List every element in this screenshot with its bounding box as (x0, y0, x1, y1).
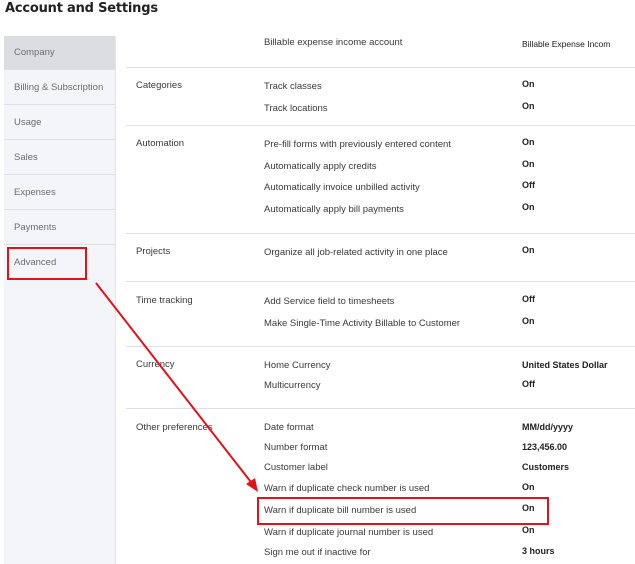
setting-value[interactable]: Off (522, 294, 535, 304)
setting-value[interactable]: On (522, 159, 535, 169)
setting-label: Track classes (264, 81, 322, 92)
setting-label: Automatically invoice unbilled activity (264, 182, 420, 193)
setting-value[interactable]: 123,456.00 (522, 442, 567, 452)
setting-value[interactable]: Off (522, 180, 535, 190)
sidebar-item-label: Company (14, 47, 55, 58)
sidebar-item-company[interactable]: Company (4, 36, 115, 70)
sidebar-item-billing-subscription[interactable]: Billing & Subscription (4, 71, 115, 105)
sidebar-item-expenses[interactable]: Expenses (4, 176, 115, 210)
setting-label: Billable expense income account (264, 37, 403, 48)
setting-value[interactable]: Billable Expense Incom (522, 39, 610, 49)
setting-value[interactable]: On (522, 316, 535, 326)
setting-label: Number format (264, 442, 328, 453)
setting-label: Track locations (264, 103, 328, 114)
setting-label: Warn if duplicate bill number is used (264, 505, 417, 516)
section-label: Projects (136, 246, 171, 257)
setting-label: Organize all job-related activity in one… (264, 247, 448, 258)
section-automation: Automation Pre-fill forms with previousl… (126, 126, 635, 234)
setting-value[interactable]: On (522, 202, 535, 212)
section-other-preferences: Other preferences Date format MM/dd/yyyy… (126, 409, 635, 564)
section-projects: Projects Organize all job-related activi… (126, 234, 635, 282)
settings-panel: Billable expense income account Billable… (116, 20, 635, 564)
sidebar: Company Billing & Subscription Usage Sal… (4, 36, 116, 564)
setting-label: Sign me out if inactive for (264, 547, 371, 558)
setting-label: Warn if duplicate journal number is used (264, 527, 434, 538)
sidebar-item-label: Advanced (14, 257, 57, 268)
section-billable: Billable expense income account Billable… (126, 20, 635, 68)
setting-value[interactable]: MM/dd/yyyy (522, 422, 573, 432)
setting-label: Date format (264, 422, 314, 433)
section-label: Time tracking (136, 295, 193, 306)
setting-label: Multicurrency (264, 380, 321, 391)
setting-value[interactable]: On (522, 245, 535, 255)
setting-value[interactable]: On (522, 137, 535, 147)
page-title: Account and Settings (5, 1, 158, 16)
sidebar-item-label: Payments (14, 222, 57, 233)
setting-value[interactable]: Customers (522, 462, 569, 472)
sidebar-item-usage[interactable]: Usage (4, 106, 115, 140)
setting-value[interactable]: On (522, 79, 535, 89)
setting-value[interactable]: On (522, 101, 535, 111)
setting-label: Pre-fill forms with previously entered c… (264, 139, 451, 150)
sidebar-item-sales[interactable]: Sales (4, 141, 115, 175)
sidebar-item-label: Expenses (14, 187, 56, 198)
setting-value[interactable]: Off (522, 379, 535, 389)
setting-label: Automatically apply credits (264, 161, 377, 172)
section-categories: Categories Track classes On Track locati… (126, 68, 635, 126)
sidebar-item-label: Billing & Subscription (14, 82, 104, 93)
setting-value[interactable]: On (522, 482, 535, 492)
setting-label: Add Service field to timesheets (264, 296, 395, 307)
section-label: Other preferences (136, 422, 213, 433)
setting-value[interactable]: On (522, 503, 535, 513)
sidebar-item-label: Usage (14, 117, 42, 128)
setting-label: Customer label (264, 462, 328, 473)
section-label: Currency (136, 359, 175, 370)
section-currency: Currency Home Currency United States Dol… (126, 347, 635, 409)
setting-label: Warn if duplicate check number is used (264, 483, 430, 494)
setting-value[interactable]: On (522, 525, 535, 535)
sidebar-item-label: Sales (14, 152, 38, 163)
sidebar-item-advanced[interactable]: Advanced (4, 246, 115, 280)
setting-label: Automatically apply bill payments (264, 204, 404, 215)
section-label: Categories (136, 80, 182, 91)
section-label: Automation (136, 138, 185, 149)
sidebar-item-payments[interactable]: Payments (4, 211, 115, 245)
section-time-tracking: Time tracking Add Service field to times… (126, 282, 635, 347)
setting-value[interactable]: United States Dollar (522, 360, 608, 370)
setting-label: Home Currency (264, 360, 331, 371)
setting-value[interactable]: 3 hours (522, 546, 555, 556)
setting-label: Make Single-Time Activity Billable to Cu… (264, 318, 461, 329)
